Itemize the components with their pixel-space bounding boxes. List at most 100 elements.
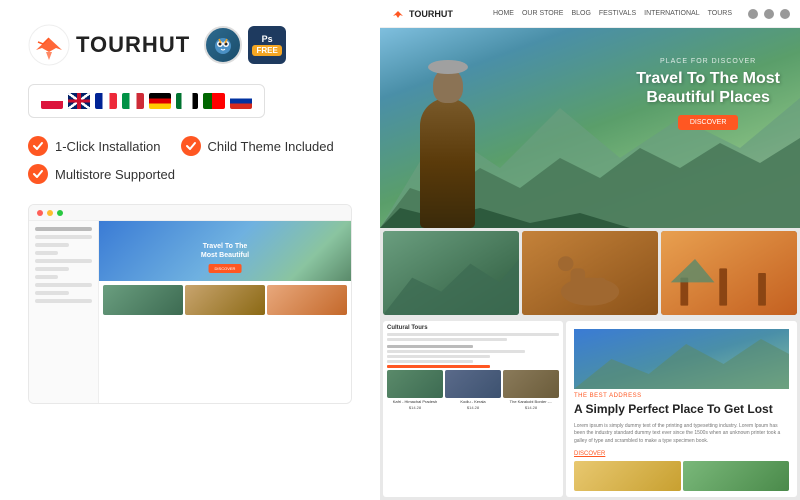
hero-cta-button[interactable]: DISCOVER [678, 115, 739, 130]
shop-preview: Cultural Tours Kafri - Himachal Prades [383, 321, 563, 497]
nav-festivals[interactable]: FESTIVALS [599, 10, 636, 17]
shop-price-2: $14.28 [445, 405, 501, 410]
feature-multistore-label: Multistore Supported [55, 167, 175, 182]
filter-cat-line [387, 350, 525, 353]
mascot-badge [204, 26, 242, 64]
site-hero: PLACE FOR DISCOVER Travel To The Most Be… [380, 28, 800, 228]
nav-international[interactable]: INTERNATIONAL [644, 10, 700, 17]
logo-brand: TOURHUT [28, 24, 190, 66]
shop-img-1 [387, 370, 443, 398]
brand-name: TOURHUT [76, 32, 190, 58]
content-discover-link[interactable]: DISCOVER [574, 451, 789, 457]
feature-install-label: 1-Click Installation [55, 139, 161, 154]
filter-line-1 [387, 333, 559, 336]
preview-sidebar [29, 221, 99, 404]
filter-title: Cultural Tours [387, 325, 559, 331]
img-svg-3 [661, 231, 797, 315]
flag-germany [149, 93, 171, 109]
preview-main: Travel To TheMost Beautiful DISCOVER [99, 221, 351, 404]
features-list: 1-Click Installation Child Theme Include… [28, 136, 352, 184]
person-silhouette [420, 98, 475, 228]
filter-line-2 [387, 338, 507, 341]
preview-hero-btn: DISCOVER [209, 264, 242, 273]
feature-row-1: 1-Click Installation Child Theme Include… [28, 136, 352, 156]
main-container: TOURHUT Ps [0, 0, 800, 500]
feature-install: 1-Click Installation [28, 136, 161, 156]
nav-home[interactable]: HOME [493, 10, 514, 17]
check-icon-install [28, 136, 48, 156]
sidebar-line-2 [35, 235, 92, 239]
sidebar-line-5 [35, 259, 92, 263]
preview-grid-item-1 [103, 285, 183, 315]
flag-italy [122, 93, 144, 109]
content-small-img-1 [574, 461, 681, 491]
feature-child-label: Child Theme Included [208, 139, 334, 154]
nav-blog[interactable]: BLOG [571, 10, 590, 17]
content-label: THE BEST ADDRESS [574, 393, 789, 399]
site-logo-icon [390, 6, 406, 22]
preview-grid-item-3 [267, 285, 347, 315]
shop-img-2 [445, 370, 501, 398]
nav-store[interactable]: OUR STORE [522, 10, 564, 17]
feature-child: Child Theme Included [181, 136, 334, 156]
img-svg-1 [383, 231, 519, 315]
sidebar-line-4 [35, 251, 58, 255]
sidebar-line-7 [35, 275, 58, 279]
nav-links: HOME OUR STORE BLOG FESTIVALS INTERNATIO… [493, 10, 732, 17]
preview-hero: Travel To TheMost Beautiful DISCOVER [99, 221, 351, 281]
img-svg-2 [522, 231, 658, 315]
image-cell-1 [383, 231, 519, 315]
flag-poland [41, 93, 63, 109]
content-preview: THE BEST ADDRESS A Simply Perfect Place … [566, 321, 797, 497]
flag-uae [176, 93, 198, 109]
image-cell-3 [661, 231, 797, 315]
sidebar-line-6 [35, 267, 69, 271]
feature-multistore: Multistore Supported [28, 164, 175, 184]
image-grid [380, 228, 800, 318]
check-icon-child [181, 136, 201, 156]
plane-icon [28, 24, 70, 66]
account-icon[interactable] [764, 9, 774, 19]
preview-hero-text: Travel To TheMost Beautiful [201, 242, 249, 260]
flag-russia [230, 93, 252, 109]
content-heading: A Simply Perfect Place To Get Lost [574, 402, 789, 418]
left-panel: TOURHUT Ps [0, 0, 380, 500]
shop-price-1: $14.28 [387, 405, 443, 410]
filter-section [387, 345, 559, 368]
sidebar-line-orange [35, 299, 92, 303]
owl-icon [211, 33, 235, 57]
filter-item-1 [387, 355, 490, 358]
cart-icon[interactable] [780, 9, 790, 19]
nav-icons [748, 9, 790, 19]
flag-france [95, 93, 117, 109]
hero-main-heading: Travel To The Most Beautiful Places [636, 69, 780, 107]
content-small-img-2 [683, 461, 790, 491]
bottom-section: Cultural Tours Kafri - Himachal Prades [380, 318, 800, 500]
dot-green [57, 210, 63, 216]
site-nav: TOURHUT HOME OUR STORE BLOG FESTIVALS IN… [380, 0, 800, 28]
nav-tours[interactable]: TOURS [708, 10, 732, 17]
badge-area: Ps FREE [204, 26, 286, 64]
logo-area: TOURHUT Ps [28, 24, 352, 66]
site-logo-small: TOURHUT [390, 6, 453, 22]
person-hat [428, 60, 468, 74]
search-icon[interactable] [748, 9, 758, 19]
site-logo-text: TOURHUT [409, 9, 453, 19]
hero-background: PLACE FOR DISCOVER Travel To The Most Be… [380, 28, 800, 228]
sidebar-line-8 [35, 283, 92, 287]
shop-item-3: The Karakobi Border -... $14.28 [503, 370, 559, 410]
flag-portugal [203, 93, 225, 109]
small-preview: Travel To TheMost Beautiful DISCOVER [28, 204, 352, 404]
shop-price-3: $14.28 [503, 405, 559, 410]
content-hero-image [574, 329, 789, 389]
filter-item-2 [387, 360, 473, 363]
photoshop-badge: Ps FREE [248, 26, 286, 64]
dot-red [37, 210, 43, 216]
dot-yellow [47, 210, 53, 216]
preview-top-bar [29, 205, 351, 221]
sidebar-line-3 [35, 243, 69, 247]
sidebar-line-9 [35, 291, 69, 295]
hero-small-text: PLACE FOR DISCOVER [636, 58, 780, 65]
right-panel: TOURHUT HOME OUR STORE BLOG FESTIVALS IN… [380, 0, 800, 500]
preview-grid-item-2 [185, 285, 265, 315]
